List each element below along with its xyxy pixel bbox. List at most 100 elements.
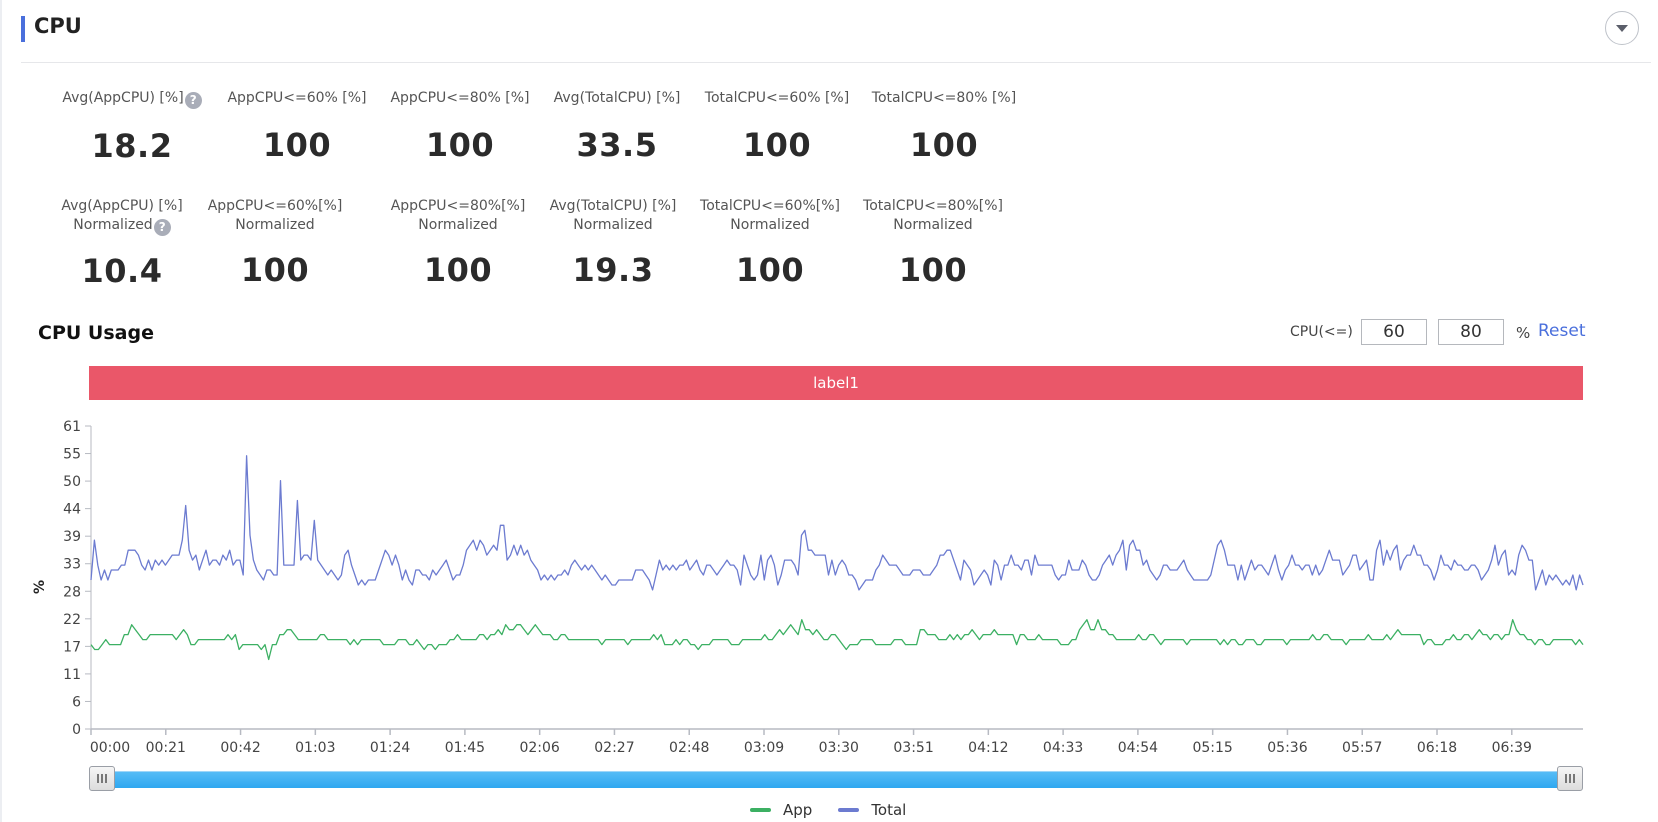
metric-label: TotalCPU<=80%[%] — [863, 198, 1003, 214]
metric-sublabel: Normalized — [730, 217, 810, 233]
y-tick-label: 55 — [63, 447, 81, 463]
metric-avg-totalcpu-normalized: Avg(TotalCPU) [%] Normalized 19.3 — [543, 197, 683, 289]
y-tick-label: 61 — [63, 419, 81, 435]
x-tick-label: 04:33 — [1043, 740, 1083, 756]
legend: App Total — [750, 799, 932, 821]
metric-label: Avg(AppCPU) [%] — [61, 198, 183, 214]
metric-value: 100 — [240, 251, 310, 289]
y-tick-label: 33 — [63, 557, 81, 573]
x-tick-label: 00:42 — [220, 740, 260, 756]
metric-value: 100 — [742, 126, 812, 164]
metric-appcpu-le80: AppCPU<=80% [%] 100 — [382, 89, 538, 164]
metric-value: 100 — [425, 126, 495, 164]
collapse-button[interactable] — [1605, 11, 1639, 45]
x-tick-label: 01:03 — [295, 740, 335, 756]
x-tick-label: 01:45 — [445, 740, 485, 756]
metric-sublabel: Normalized — [235, 217, 315, 233]
metric-label: AppCPU<=60%[%] — [207, 198, 343, 214]
metric-totalcpu-le80-normalized: TotalCPU<=80%[%] Normalized 100 — [861, 197, 1005, 289]
chart-title: CPU Usage — [38, 322, 154, 344]
threshold-high-input[interactable] — [1438, 319, 1504, 345]
x-tick-label: 03:30 — [819, 740, 859, 756]
zoom-slider-end-handle[interactable] — [1557, 766, 1583, 791]
y-tick-label: 0 — [72, 722, 81, 738]
help-icon[interactable]: ? — [153, 219, 171, 236]
title-accent-bar — [21, 16, 25, 42]
metric-label: AppCPU<=80% [%] — [390, 90, 530, 106]
y-tick-label: 6 — [72, 694, 81, 710]
y-tick-label: 28 — [63, 584, 81, 600]
series-line-total — [90, 455, 1584, 591]
x-tick-label: 05:15 — [1192, 740, 1232, 756]
x-tick-label: 03:09 — [744, 740, 784, 756]
metric-value: 100 — [735, 251, 805, 289]
series-line-app — [90, 619, 1584, 661]
y-tick-label: 11 — [63, 667, 81, 683]
y-tick-label: 22 — [63, 612, 81, 628]
cpu-usage-chart: 0 6 11 17 22 28 33 39 44 50 55 61 00:00 00:21 00:42 01… — [32, 419, 1584, 756]
y-tick-label: 44 — [63, 502, 81, 518]
metric-sublabel: Normalized — [418, 217, 498, 233]
x-tick-label: 00:00 — [90, 740, 130, 756]
x-tick-label: 05:36 — [1267, 740, 1307, 756]
metric-appcpu-le60-normalized: AppCPU<=60%[%] Normalized 100 — [205, 197, 345, 289]
divider — [21, 62, 1651, 63]
legend-item-total[interactable]: Total — [838, 801, 906, 819]
metric-label: AppCPU<=60% [%] — [227, 90, 367, 106]
metric-value: 19.3 — [572, 251, 654, 289]
reset-link[interactable]: Reset — [1538, 321, 1586, 341]
zoom-slider-track[interactable] — [89, 771, 1583, 788]
help-icon[interactable]: ? — [184, 92, 202, 109]
metric-value: 100 — [423, 251, 493, 289]
legend-swatch-app — [750, 808, 771, 812]
legend-label: Total — [871, 801, 907, 819]
x-tick-label: 02:06 — [519, 740, 559, 756]
threshold-low-input[interactable] — [1361, 319, 1427, 345]
metric-avg-totalcpu: Avg(TotalCPU) [%] 33.5 — [541, 89, 693, 164]
metric-sublabel: Normalized — [893, 217, 973, 233]
x-tick-label: 02:48 — [669, 740, 709, 756]
grip-icon — [1565, 774, 1575, 783]
x-tick-label: 04:54 — [1118, 740, 1158, 756]
x-tick-label: 00:21 — [146, 740, 186, 756]
metric-value: 100 — [262, 126, 332, 164]
caret-down-icon — [1616, 25, 1628, 32]
metric-label: Avg(TotalCPU) [%] — [549, 198, 677, 214]
x-axis: 00:00 00:21 00:42 01:03 01:24 01:45 02:06 02:27… — [90, 728, 1583, 756]
x-tick-label: 02:27 — [594, 740, 634, 756]
x-tick-label: 05:57 — [1342, 740, 1382, 756]
metric-label: Avg(AppCPU) [%] — [62, 90, 184, 106]
metric-avg-appcpu: Avg(AppCPU) [%]? 18.2 — [52, 89, 212, 165]
y-tick-label: 17 — [63, 639, 81, 655]
y-axis-label: % — [32, 580, 48, 594]
x-tick-label: 03:51 — [893, 740, 933, 756]
metric-value: 10.4 — [81, 252, 163, 290]
label-band: label1 — [89, 366, 1583, 400]
series-lines — [90, 455, 1584, 661]
x-tick-label: 06:39 — [1492, 740, 1532, 756]
metric-label: TotalCPU<=80% [%] — [871, 90, 1017, 106]
threshold-unit: % — [1516, 324, 1531, 342]
metric-totalcpu-le60-normalized: TotalCPU<=60%[%] Normalized 100 — [698, 197, 842, 289]
metric-label: Avg(TotalCPU) [%] — [553, 90, 681, 106]
y-tick-label: 50 — [63, 474, 81, 490]
metric-value: 100 — [909, 126, 979, 164]
legend-item-app[interactable]: App — [750, 801, 812, 819]
metric-totalcpu-le60: TotalCPU<=60% [%] 100 — [696, 89, 858, 164]
legend-swatch-total — [838, 808, 860, 812]
metric-value: 100 — [898, 251, 968, 289]
x-tick-label: 04:12 — [968, 740, 1008, 756]
metric-totalcpu-le80: TotalCPU<=80% [%] 100 — [863, 89, 1025, 164]
x-tick-label: 06:18 — [1417, 740, 1457, 756]
metric-avg-appcpu-normalized: Avg(AppCPU) [%] Normalized? 10.4 — [52, 197, 192, 290]
zoom-slider-start-handle[interactable] — [89, 766, 115, 791]
section-title: CPU — [34, 14, 82, 38]
metric-label: TotalCPU<=60%[%] — [700, 198, 840, 214]
metric-value: 33.5 — [576, 126, 658, 164]
threshold-label: CPU(<=) — [1290, 324, 1353, 340]
metric-value: 18.2 — [91, 127, 173, 165]
y-tick-label: 39 — [63, 529, 81, 545]
grip-icon — [97, 774, 107, 783]
metric-label: TotalCPU<=60% [%] — [704, 90, 850, 106]
metric-appcpu-le80-normalized: AppCPU<=80%[%] Normalized 100 — [388, 197, 528, 289]
